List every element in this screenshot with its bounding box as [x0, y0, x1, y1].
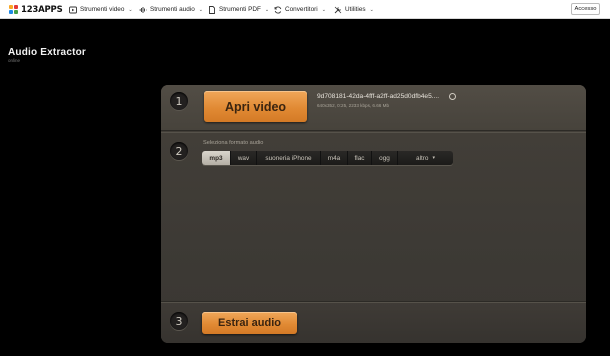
nav-item-label: Strumenti audio — [150, 6, 195, 13]
step-number-3: 3 — [170, 312, 188, 330]
step-select-format: 2 Seleziona formato audio mp3 wav suoner… — [161, 132, 586, 302]
step-number-2: 2 — [170, 142, 188, 160]
nav-item-label: Strumenti PDF — [219, 6, 261, 13]
top-navbar: 123APPS Strumenti video ⌄ Strumenti audi… — [0, 0, 610, 19]
nav-item-label: Convertitori — [285, 6, 318, 13]
step-number-1: 1 — [170, 92, 188, 110]
step-open-video: 1 Apri video 9d708181-42da-4fff-a2ff-ad2… — [161, 85, 586, 131]
nav-strumenti-video[interactable]: Strumenti video ⌄ — [69, 0, 133, 19]
nav-strumenti-audio[interactable]: Strumenti audio ⌄ — [139, 0, 203, 19]
chevron-down-icon: ⌄ — [198, 6, 203, 13]
login-button[interactable]: Accesso — [571, 3, 600, 15]
brand-name: 123APPS — [21, 4, 63, 15]
convert-icon — [274, 6, 282, 13]
document-icon — [209, 5, 215, 14]
nav-utilities[interactable]: Utilities ⌄ — [334, 0, 374, 19]
extract-audio-button[interactable]: Estrai audio — [202, 312, 297, 334]
nav-item-label: Strumenti video — [80, 6, 125, 13]
open-video-button[interactable]: Apri video — [204, 91, 307, 122]
brand-logo[interactable]: 123APPS — [9, 4, 63, 15]
format-other-dropdown[interactable]: altro ▾ — [398, 151, 453, 165]
format-flac[interactable]: flac — [348, 151, 372, 165]
nav-strumenti-pdf[interactable]: Strumenti PDF ⌄ — [208, 0, 269, 19]
audio-wave-icon — [139, 6, 147, 13]
chevron-down-icon: ⌄ — [321, 6, 326, 13]
page-title: Audio Extractor — [8, 47, 87, 58]
video-icon — [69, 6, 77, 13]
file-name: 9d708181-42da-4fff-a2ff-ad25d0dfb4e5.... — [317, 93, 440, 100]
format-selector: mp3 wav suoneria iPhone m4a flac ogg alt… — [202, 151, 453, 165]
step-extract: 3 Estrai audio — [161, 302, 586, 343]
format-wav[interactable]: wav — [231, 151, 257, 165]
logo-grid-icon — [9, 4, 19, 15]
tools-icon — [334, 6, 342, 13]
settings-icon[interactable] — [449, 93, 456, 100]
chevron-down-icon: ⌄ — [369, 6, 374, 13]
format-ogg[interactable]: ogg — [372, 151, 398, 165]
page-subtitle: online — [8, 58, 21, 63]
format-label: Seleziona formato audio — [203, 140, 264, 146]
format-iphone-ringtone[interactable]: suoneria iPhone — [257, 151, 321, 165]
audio-extractor-panel: 1 Apri video 9d708181-42da-4fff-a2ff-ad2… — [161, 85, 586, 343]
chevron-down-icon: ⌄ — [264, 6, 270, 13]
chevron-down-icon: ▾ — [432, 155, 435, 161]
format-other-label: altro — [416, 154, 429, 162]
format-m4a[interactable]: m4a — [321, 151, 348, 165]
nav-item-label: Utilities — [345, 6, 366, 13]
chevron-down-icon: ⌄ — [128, 6, 133, 13]
nav-convertitori[interactable]: Convertitori ⌄ — [274, 0, 326, 19]
file-meta: 640x352, 0:25, 2233 kbps, 6.66 Mb — [317, 103, 390, 108]
format-mp3[interactable]: mp3 — [202, 151, 231, 165]
